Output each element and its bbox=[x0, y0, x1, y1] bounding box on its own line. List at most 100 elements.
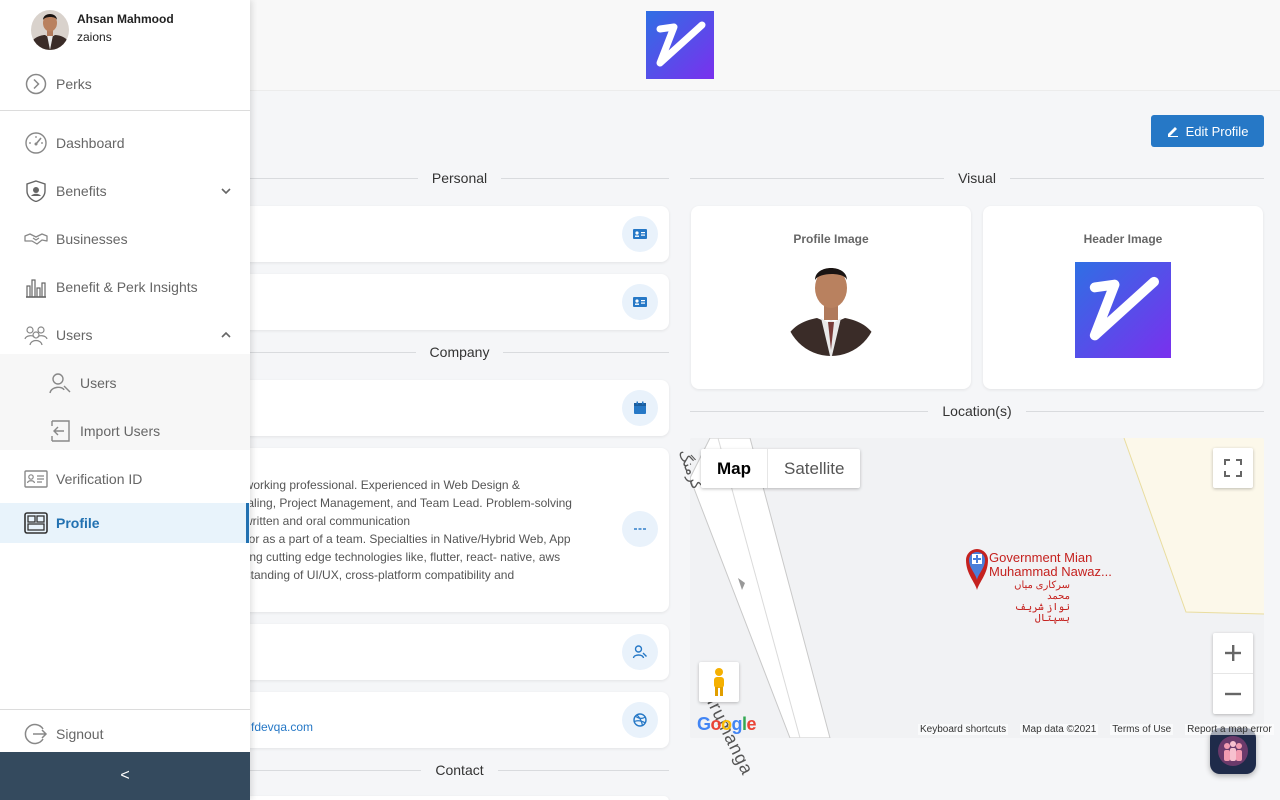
place-urdu-line: سرکاری میاں محمد bbox=[1014, 580, 1070, 602]
globe-ball-icon bbox=[633, 713, 647, 727]
summary-line: using cutting edge technologies like, fl… bbox=[234, 550, 561, 564]
summary-line: lly or as a part of a team. Specialties … bbox=[234, 532, 571, 546]
hospital-marker-icon[interactable] bbox=[965, 546, 989, 590]
place-urdu-line: نواز شریف ہسپتال bbox=[1014, 602, 1070, 624]
profile-card-icon bbox=[24, 512, 48, 534]
active-indicator bbox=[246, 503, 249, 543]
sidebar-item-businesses[interactable]: Businesses bbox=[0, 219, 250, 259]
user-add-button[interactable] bbox=[622, 634, 658, 670]
profile-image-card: Profile Image bbox=[691, 206, 971, 389]
sidebar-item-insights[interactable]: Benefit & Perk Insights bbox=[0, 267, 250, 307]
visual-divider: Visual bbox=[690, 168, 1265, 188]
fullscreen-icon bbox=[1224, 459, 1242, 477]
map-place-name[interactable]: Government Mian Muhammad Nawaz... bbox=[989, 551, 1112, 579]
contact-divider: Contact bbox=[250, 760, 669, 780]
map-data-text: Map data ©2021 bbox=[1020, 724, 1099, 735]
sidebar-item-verification[interactable]: Verification ID bbox=[0, 459, 250, 499]
section-title-personal: Personal bbox=[431, 170, 488, 186]
collapse-sidebar-button[interactable]: < bbox=[0, 752, 250, 800]
sidebar-item-users[interactable]: Users bbox=[0, 315, 250, 355]
gauge-icon bbox=[24, 132, 48, 154]
sidebar-item-label: Benefits bbox=[56, 183, 107, 199]
website-link[interactable]: fdevqa.com bbox=[251, 720, 313, 734]
edit-profile-label: Edit Profile bbox=[1185, 123, 1249, 139]
user-org: zaions bbox=[77, 30, 112, 44]
map-place-name-urdu: سرکاری میاں محمد نواز شریف ہسپتال bbox=[989, 580, 1070, 624]
map-tab-map[interactable]: Map bbox=[701, 449, 767, 488]
section-title-locations: Location(s) bbox=[942, 403, 1012, 419]
sidebar-item-label: Profile bbox=[56, 515, 100, 531]
sidebar-divider bbox=[0, 709, 250, 710]
keyboard-shortcuts-link[interactable]: Keyboard shortcuts bbox=[918, 724, 1009, 735]
id-card-icon bbox=[633, 297, 647, 307]
shield-icon bbox=[24, 180, 48, 202]
terms-link[interactable]: Terms of Use bbox=[1110, 724, 1174, 735]
street-view-button[interactable] bbox=[699, 662, 739, 702]
sidebar-item-label: Users bbox=[56, 327, 93, 343]
map-type-toggle: Map Satellite bbox=[701, 449, 861, 488]
user-search-icon bbox=[48, 372, 72, 394]
header-image-title: Header Image bbox=[1083, 232, 1163, 246]
sidebar-item-label: Signout bbox=[56, 726, 104, 742]
report-map-error-link[interactable]: Report a map error bbox=[1185, 724, 1274, 735]
people-icon bbox=[1218, 736, 1248, 766]
user-name: Ahsan Mahmood bbox=[77, 12, 174, 26]
sidebar-item-signout[interactable]: Signout bbox=[0, 714, 250, 754]
pencil-icon bbox=[1167, 127, 1178, 137]
id-card-button[interactable] bbox=[622, 284, 658, 320]
more-button[interactable] bbox=[622, 511, 658, 547]
company-divider: Company bbox=[250, 342, 670, 362]
contact-field-card bbox=[230, 796, 669, 800]
sidebar-subitem-import-users[interactable]: Import Users bbox=[0, 411, 250, 451]
brand-logo bbox=[646, 11, 714, 79]
user-search-icon bbox=[632, 645, 647, 659]
place-name-line: Muhammad Nawaz... bbox=[989, 564, 1112, 579]
sidebar-item-label: Dashboard bbox=[56, 135, 125, 151]
zoom-in-button[interactable] bbox=[1213, 634, 1253, 674]
sidebar-item-label: Users bbox=[80, 375, 117, 391]
header-image-logo[interactable] bbox=[1075, 262, 1171, 358]
id-card-button[interactable] bbox=[622, 216, 658, 252]
summary-text: d-working professional. Experienced in W… bbox=[234, 476, 614, 584]
locations-divider: Location(s) bbox=[690, 401, 1265, 421]
user-info[interactable]: Ahsan Mahmood zaions bbox=[0, 0, 250, 60]
calendar-button[interactable] bbox=[622, 390, 658, 426]
profile-photo[interactable] bbox=[785, 260, 877, 360]
sidebar-item-label: Verification ID bbox=[56, 471, 143, 487]
sidebar-item-label: Import Users bbox=[80, 423, 161, 439]
summary-line: dealing, Project Management, and Team Le… bbox=[234, 496, 572, 510]
summary-line: d written and oral communication bbox=[234, 514, 411, 528]
section-title-company: Company bbox=[429, 344, 490, 360]
zoom-control bbox=[1213, 633, 1253, 714]
header-image-card: Header Image bbox=[983, 206, 1263, 389]
id-card-icon bbox=[633, 229, 647, 239]
sidebar-subitem-users[interactable]: Users bbox=[0, 363, 250, 403]
bar-chart-icon bbox=[24, 276, 48, 298]
plus-icon bbox=[1225, 645, 1241, 661]
chevron-left-icon: < bbox=[120, 767, 130, 784]
import-icon bbox=[48, 420, 72, 442]
section-title-visual: Visual bbox=[958, 170, 996, 186]
zoom-out-button[interactable] bbox=[1213, 674, 1253, 714]
section-title-contact: Contact bbox=[435, 762, 484, 778]
signout-icon bbox=[24, 723, 48, 745]
fullscreen-button[interactable] bbox=[1213, 448, 1253, 488]
chevron-down-icon bbox=[221, 188, 231, 195]
summary-card: d-working professional. Experienced in W… bbox=[230, 448, 669, 612]
google-logo: Google bbox=[697, 714, 757, 734]
edit-profile-button[interactable]: Edit Profile bbox=[1151, 115, 1264, 147]
sidebar-item-dashboard[interactable]: Dashboard bbox=[0, 123, 250, 163]
sidebar-item-label: Perks bbox=[56, 76, 92, 92]
personal-field-card bbox=[230, 206, 669, 262]
minus-icon bbox=[1225, 692, 1241, 695]
map-tab-satellite[interactable]: Satellite bbox=[767, 449, 860, 488]
pegman-icon bbox=[714, 668, 724, 696]
sidebar-item-profile[interactable]: Profile bbox=[0, 503, 250, 543]
place-name-line: Government Mian bbox=[989, 550, 1093, 565]
sidebar-item-benefits[interactable]: Benefits bbox=[0, 171, 250, 211]
dribbble-button[interactable] bbox=[622, 702, 658, 738]
id-card-icon bbox=[24, 468, 48, 490]
sidebar-item-perks[interactable]: Perks bbox=[0, 64, 250, 104]
personal-field-card bbox=[230, 274, 669, 330]
chevron-circle-icon bbox=[24, 73, 48, 95]
